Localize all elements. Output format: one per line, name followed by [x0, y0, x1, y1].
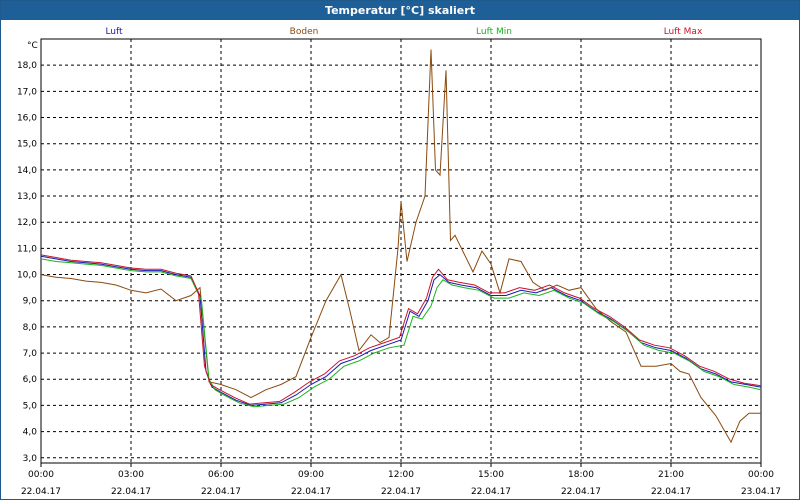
y-tick-label: 12,0: [17, 218, 37, 228]
y-tick-label: 5,0: [23, 401, 38, 411]
x-tick-time: 18:00: [568, 470, 594, 480]
y-tick-label: 13,0: [17, 192, 37, 202]
y-tick-label: 8,0: [23, 323, 38, 333]
y-tick-label: 16,0: [17, 114, 37, 124]
y-tick-label: 11,0: [17, 244, 37, 254]
legend: Luft Boden Luft Min Luft Max: [105, 27, 703, 37]
x-tick-date: 22.04.17: [201, 487, 241, 497]
y-tick-label: 18,0: [17, 61, 37, 71]
x-tick-time: 06:00: [208, 470, 234, 480]
grid: [41, 39, 761, 463]
x-tick-time: 21:00: [658, 470, 684, 480]
legend-item: Luft Min: [476, 27, 512, 37]
y-tick-label: 4,0: [23, 428, 38, 438]
x-tick-time: 03:00: [118, 470, 144, 480]
x-tick-date: 22.04.17: [21, 487, 61, 497]
y-axis-unit: °C: [27, 41, 38, 51]
x-axis: 00:00 22.04.17 03:00 22.04.17 06:00 22.04.17 0…: [21, 463, 781, 497]
x-tick-time: 00:00: [28, 470, 54, 480]
x-tick-date: 22.04.17: [381, 487, 421, 497]
x-tick-date: 22.04.17: [651, 487, 691, 497]
y-tick-label: 17,0: [17, 87, 37, 97]
legend-item: Luft: [105, 27, 123, 37]
legend-item: Boden: [290, 27, 319, 37]
y-tick-label: 3,0: [23, 454, 38, 464]
x-tick-time: 12:00: [388, 470, 414, 480]
x-tick-date: 22.04.17: [291, 487, 331, 497]
y-tick-label: 7,0: [23, 349, 38, 359]
y-tick-label: 15,0: [17, 140, 37, 150]
y-tick-label: 14,0: [17, 166, 37, 176]
x-tick-date: 22.04.17: [561, 487, 601, 497]
y-tick-label: 10,0: [17, 271, 37, 281]
temperature-chart: 3,0 4,0 5,0 6,0 7,0 8,0 9,0 10,0 11,0 12,0 13,0 14,…: [17, 27, 781, 497]
y-axis: 3,0 4,0 5,0 6,0 7,0 8,0 9,0 10,0 11,0 12,0 13,0 14,…: [17, 41, 38, 464]
x-tick-time: 15:00: [478, 470, 504, 480]
legend-item: Luft Max: [664, 27, 703, 37]
x-tick-date: 22.04.17: [471, 487, 511, 497]
x-tick-date: 23.04.17: [741, 487, 781, 497]
chart-window: Temperatur [°C] skaliert 3,0 4,0 5,0 6,0 7,0…: [0, 0, 800, 500]
x-tick-time: 09:00: [298, 470, 324, 480]
x-tick-time: 00:00: [748, 470, 774, 480]
x-tick-date: 22.04.17: [111, 487, 151, 497]
y-tick-label: 9,0: [23, 297, 38, 307]
y-tick-label: 6,0: [23, 375, 38, 385]
